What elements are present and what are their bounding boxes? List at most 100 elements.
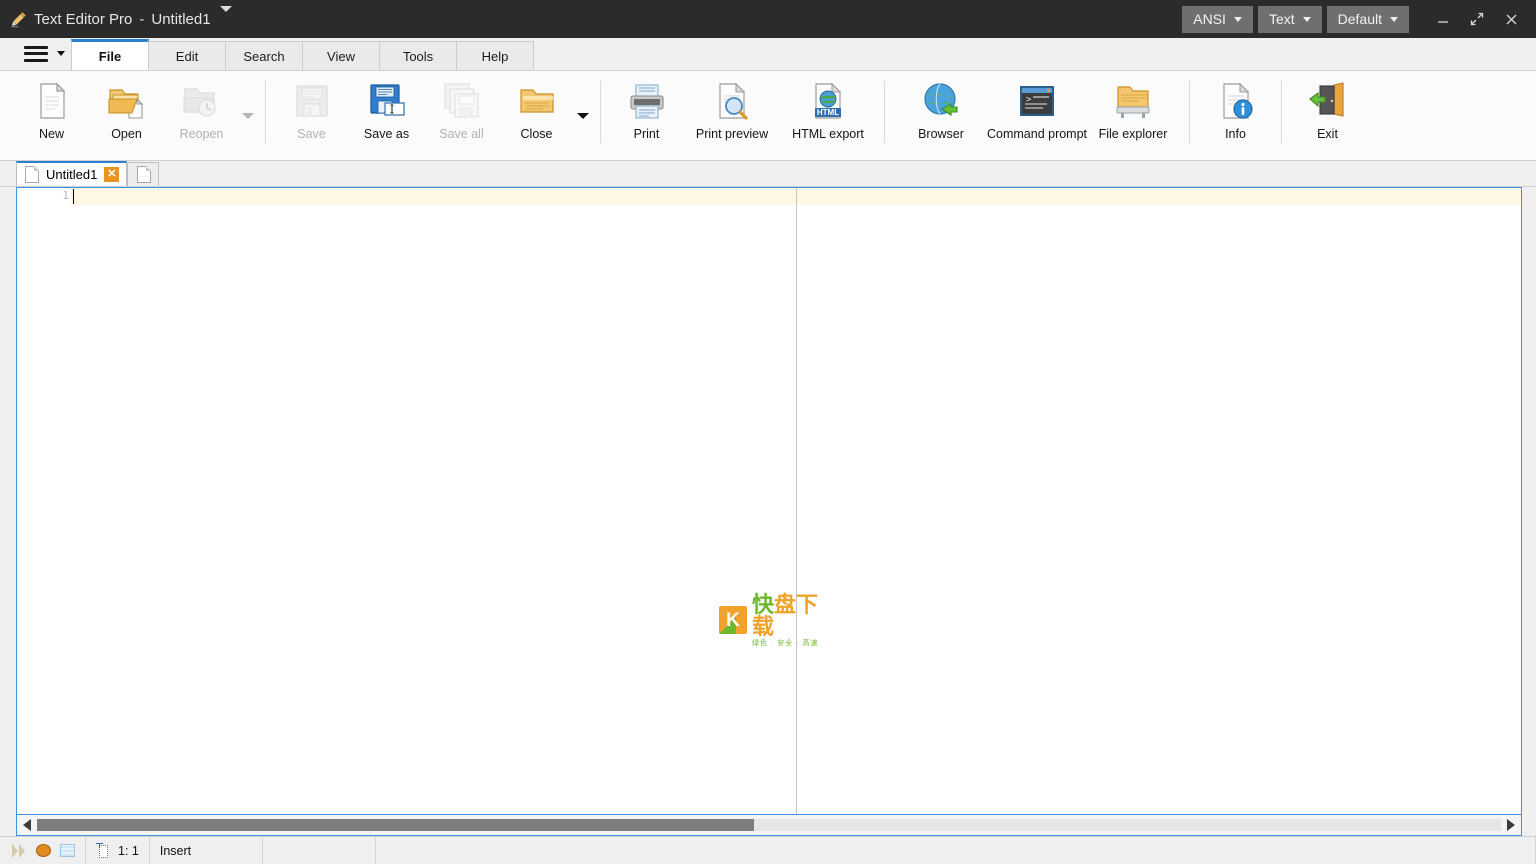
document-tab-untitled1[interactable]: Untitled1 ✕ bbox=[16, 161, 128, 186]
chevron-down-icon[interactable] bbox=[219, 5, 232, 27]
watermark-char-2: 盘 bbox=[774, 591, 797, 617]
watermark-mark-icon: K bbox=[719, 606, 747, 634]
new-tab-button[interactable] bbox=[127, 162, 160, 186]
scheme-dropdown[interactable]: Default bbox=[1326, 5, 1409, 33]
chevron-down-icon bbox=[577, 113, 589, 119]
chevron-down-icon bbox=[1302, 16, 1311, 22]
close-tab-icon[interactable]: ✕ bbox=[104, 167, 120, 182]
browser-globe-icon bbox=[921, 81, 961, 121]
svg-text:HTML: HTML bbox=[817, 108, 839, 117]
open-button-label: Open bbox=[111, 127, 142, 141]
close-dropdown-button[interactable] bbox=[574, 75, 592, 157]
arrow-right-icon[interactable] bbox=[1501, 815, 1521, 835]
special-chars-icon[interactable] bbox=[60, 844, 75, 857]
ribbon-group-tools: Browser > Command prompt File explorer bbox=[893, 75, 1181, 159]
html-export-button[interactable]: HTML HTML export bbox=[780, 75, 876, 157]
command-prompt-icon: > bbox=[1017, 81, 1057, 121]
ribbon-tab-label: Edit bbox=[175, 48, 199, 64]
ribbon-group-exit: Exit bbox=[1290, 75, 1365, 159]
ribbon-tab-tools[interactable]: Tools bbox=[379, 41, 457, 70]
insert-mode-label: Insert bbox=[159, 843, 192, 858]
save-all-button[interactable]: Save all bbox=[424, 75, 499, 157]
document-icon bbox=[136, 166, 151, 183]
pencil-icon bbox=[10, 10, 28, 28]
caret-position-icon bbox=[96, 842, 111, 859]
browser-button-label: Browser bbox=[918, 127, 964, 141]
maximize-restore-icon[interactable] bbox=[1460, 0, 1494, 38]
encoding-label: ANSI bbox=[1193, 11, 1226, 27]
close-icon[interactable] bbox=[1494, 0, 1528, 38]
open-button[interactable]: Open bbox=[89, 75, 164, 157]
scrollbar-thumb[interactable] bbox=[37, 819, 755, 831]
new-document-icon bbox=[32, 81, 72, 121]
reopen-dropdown-button[interactable] bbox=[239, 75, 257, 157]
ribbon-group-file: New Open Reopen bbox=[14, 75, 257, 159]
window-controls bbox=[1426, 0, 1536, 38]
chevron-down-icon[interactable] bbox=[57, 51, 65, 56]
exit-button[interactable]: Exit bbox=[1290, 75, 1365, 157]
scrollbar-track[interactable] bbox=[37, 819, 1501, 831]
ribbon-tab-help[interactable]: Help bbox=[456, 41, 534, 70]
ribbon-group-info: Info bbox=[1198, 75, 1273, 159]
save-all-floppy-icon bbox=[442, 81, 482, 121]
print-preview-button-label: Print preview bbox=[695, 127, 769, 141]
close-button[interactable]: Close bbox=[499, 75, 574, 157]
text-editor[interactable]: 1 K 快盘下载 绿色 · 安全 · 高速 bbox=[16, 187, 1522, 836]
save-as-button-label: Save as bbox=[363, 127, 410, 141]
status-bar: 1: 1 Insert bbox=[0, 836, 1536, 864]
minimize-icon[interactable] bbox=[1426, 0, 1460, 38]
ribbon-tab-edit[interactable]: Edit bbox=[148, 41, 226, 70]
watermark-logo: K 快盘下载 绿色 · 安全 · 高速 bbox=[719, 593, 839, 647]
html-export-icon: HTML bbox=[808, 81, 848, 121]
ribbon-tab-label: Tools bbox=[402, 48, 434, 64]
info-button-label: Info bbox=[1225, 127, 1246, 141]
hamburger-menu-button[interactable] bbox=[16, 37, 71, 70]
save-button-label: Save bbox=[297, 127, 326, 141]
document-tab-bar: Untitled1 ✕ bbox=[0, 161, 1536, 187]
current-line-highlight bbox=[17, 188, 1521, 205]
new-button[interactable]: New bbox=[14, 75, 89, 157]
status-icon-group bbox=[0, 836, 86, 864]
file-explorer-button[interactable]: File explorer bbox=[1085, 75, 1181, 157]
horizontal-scrollbar[interactable] bbox=[16, 814, 1522, 836]
caret-position-label: 1: 1 bbox=[118, 843, 139, 858]
info-button[interactable]: Info bbox=[1198, 75, 1273, 157]
editor-area: 1 K 快盘下载 绿色 · 安全 · 高速 bbox=[0, 187, 1536, 836]
save-floppy-icon bbox=[292, 81, 332, 121]
file-explorer-icon bbox=[1113, 81, 1153, 121]
chevron-down-icon bbox=[242, 113, 254, 119]
arrow-left-icon[interactable] bbox=[17, 815, 37, 835]
ribbon-tab-file[interactable]: File bbox=[71, 39, 149, 70]
insert-mode-cell[interactable]: Insert bbox=[150, 836, 263, 864]
macro-record-icon[interactable] bbox=[36, 844, 51, 857]
exit-door-icon bbox=[1308, 81, 1348, 121]
document-icon bbox=[25, 166, 39, 183]
ribbon-separator bbox=[884, 81, 885, 143]
status-field-5 bbox=[376, 836, 1536, 864]
browser-button[interactable]: Browser bbox=[893, 75, 989, 157]
right-margin-guide bbox=[796, 188, 797, 835]
info-document-icon bbox=[1216, 81, 1256, 121]
macro-play-icon[interactable] bbox=[12, 843, 27, 858]
ribbon-tab-view[interactable]: View bbox=[302, 41, 380, 70]
encoding-dropdown[interactable]: ANSI bbox=[1182, 5, 1253, 33]
watermark-subtitle: 绿色 · 安全 · 高速 bbox=[752, 639, 819, 647]
caret-position-cell[interactable]: 1: 1 bbox=[86, 836, 150, 864]
ribbon-tab-search[interactable]: Search bbox=[225, 41, 303, 70]
open-folder-icon bbox=[107, 81, 147, 121]
save-as-floppy-icon bbox=[367, 81, 407, 121]
watermark-letter: K bbox=[726, 609, 740, 631]
filetype-dropdown[interactable]: Text bbox=[1257, 5, 1322, 33]
command-prompt-button-label: Command prompt bbox=[986, 127, 1088, 141]
document-title: Untitled1 bbox=[151, 10, 211, 28]
command-prompt-button[interactable]: > Command prompt bbox=[986, 75, 1088, 157]
reopen-button[interactable]: Reopen bbox=[164, 75, 239, 157]
save-button[interactable]: Save bbox=[274, 75, 349, 157]
filetype-label: Text bbox=[1268, 11, 1295, 27]
line-number: 1 bbox=[62, 189, 69, 202]
save-as-button[interactable]: Save as bbox=[349, 75, 424, 157]
app-title: Text Editor Pro bbox=[34, 10, 133, 28]
print-preview-button[interactable]: Print preview bbox=[684, 75, 780, 157]
print-button[interactable]: Print bbox=[609, 75, 684, 157]
save-all-button-label: Save all bbox=[439, 127, 484, 141]
